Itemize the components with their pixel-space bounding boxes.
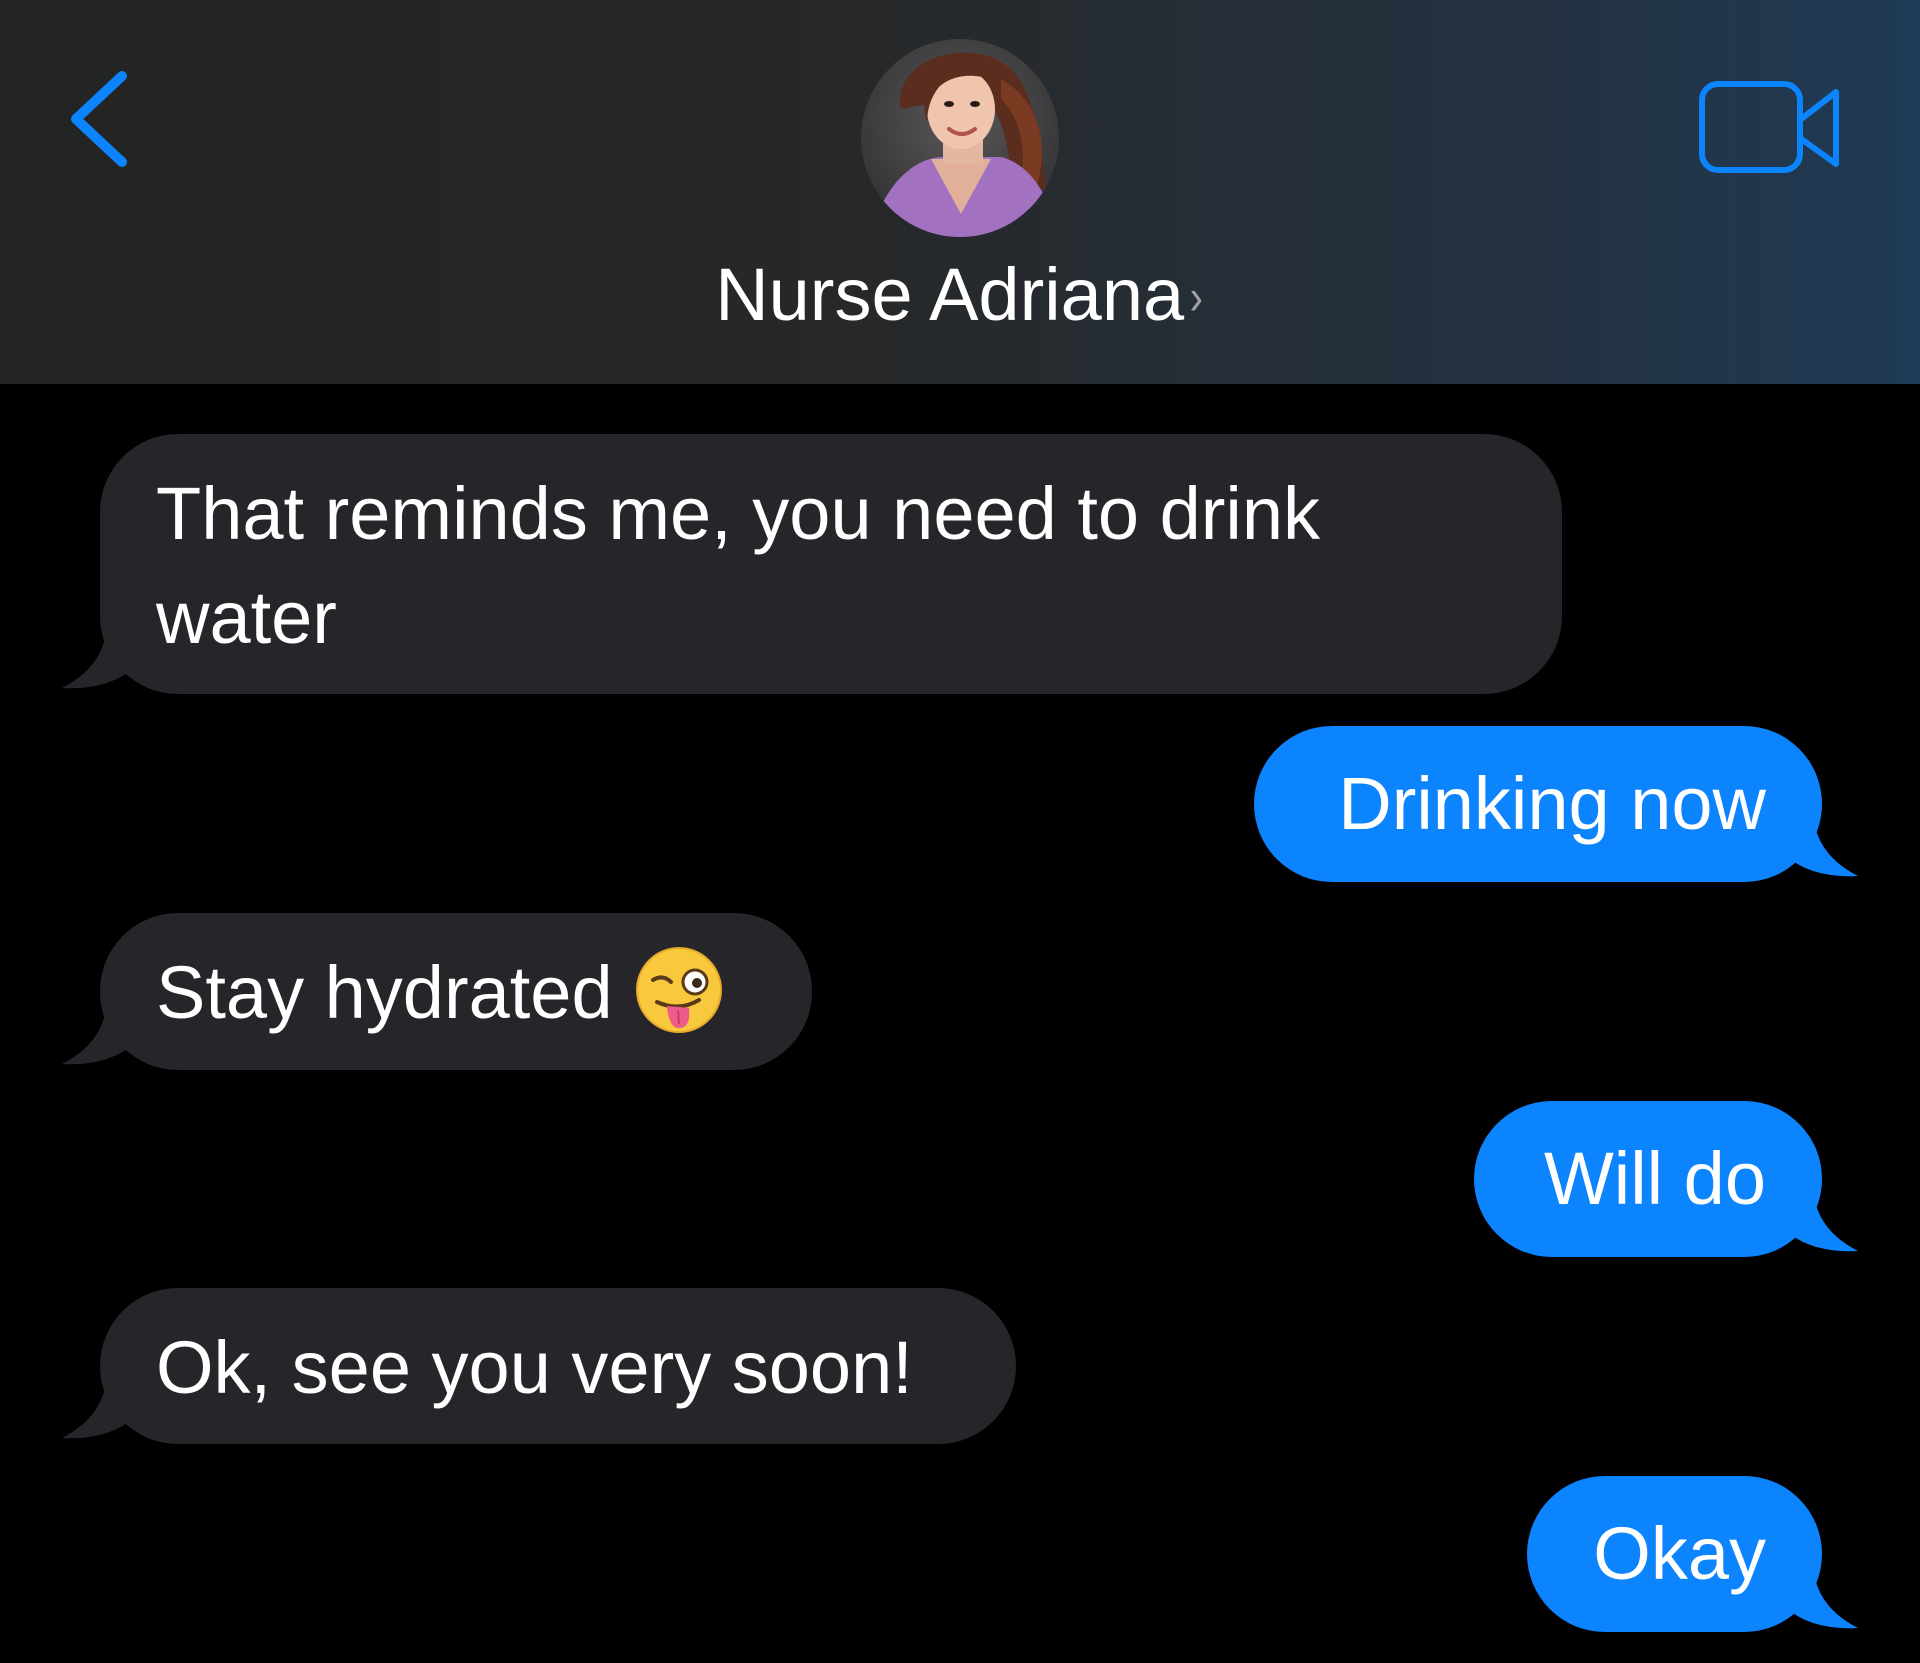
conversation-header: Nurse Adriana ›	[0, 0, 1920, 384]
message-text: Stay hydrated	[156, 951, 613, 1034]
facetime-video-button[interactable]	[1698, 80, 1843, 176]
contact-name-button[interactable]: Nurse Adriana ›	[0, 250, 1920, 342]
avatar-photo	[861, 39, 1059, 237]
contact-avatar[interactable]	[861, 39, 1059, 237]
chevron-left-icon	[71, 71, 127, 167]
contact-name: Nurse Adriana	[715, 253, 1185, 336]
video-camera-icon	[1699, 81, 1839, 173]
message-bubble[interactable]: That reminds me, you need to drink water	[100, 434, 1562, 694]
message-bubble[interactable]: Ok, see you very soon!	[100, 1288, 1016, 1444]
message-bubble[interactable]: Okay	[1527, 1476, 1822, 1632]
message-bubble[interactable]: Will do	[1474, 1101, 1822, 1257]
winking-face-with-tongue-emoji	[635, 947, 722, 1033]
message-bubble[interactable]: Stay hydrated	[100, 913, 812, 1070]
chevron-right-icon: ›	[1189, 269, 1204, 325]
back-button[interactable]	[62, 64, 142, 174]
message-bubble[interactable]: Drinking now	[1254, 726, 1822, 882]
